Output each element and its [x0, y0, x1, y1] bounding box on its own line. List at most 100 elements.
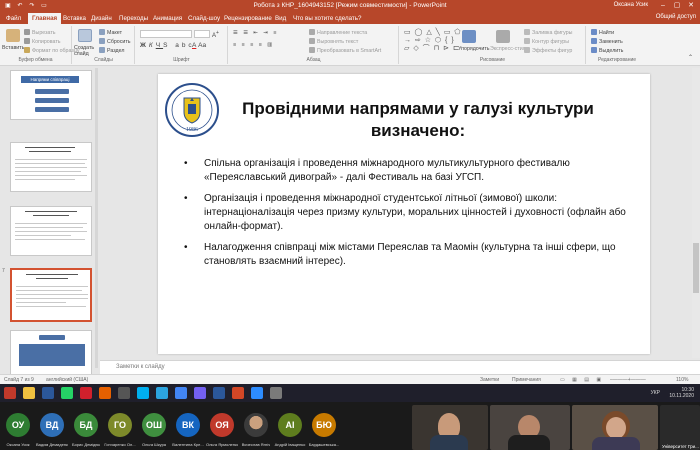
align-text-icon [309, 38, 315, 44]
powerpoint-icon[interactable] [232, 387, 244, 399]
group-drawing: ▭ ◯ △ ╲ ▭ ⬠ → ⇨ ☆ ⬡ { } ▱ ◇ ⌒ ⊓ ⊳ ⊏ Упоряд… [400, 26, 586, 64]
svg-text:1986: 1986 [186, 127, 198, 133]
reset-button[interactable]: Сбросить [99, 38, 131, 45]
participant-tile[interactable]: ВК Валентина Кре... [172, 402, 204, 450]
files-icon[interactable] [23, 387, 35, 399]
layout-button[interactable]: Макет [99, 29, 122, 36]
text-direction-button[interactable]: Направление текста [309, 29, 367, 36]
filezilla-icon[interactable] [4, 387, 16, 399]
font-size-select[interactable] [194, 30, 210, 38]
zoom-level[interactable]: 110% [676, 377, 688, 383]
participant-tile[interactable]: ОУ Оксана Усик [2, 402, 34, 450]
minimize-icon[interactable]: – [656, 0, 670, 12]
bullet-list[interactable]: Спільна організація і проведення міжнаро… [176, 157, 644, 276]
notes-pane[interactable]: Заметки к слайду [100, 360, 700, 374]
user-name[interactable]: Оксана Усик [614, 2, 648, 8]
chrome-icon[interactable] [175, 387, 187, 399]
zoom-icon[interactable] [251, 387, 263, 399]
tab-design[interactable]: Дизайн [91, 13, 112, 24]
tab-file[interactable]: Файл [6, 13, 21, 24]
participant-tile[interactable]: Вячеслав Ягніч [240, 402, 272, 450]
app2-icon[interactable] [270, 387, 282, 399]
telegram-icon[interactable] [156, 387, 168, 399]
word2-icon[interactable] [213, 387, 225, 399]
video-tile[interactable] [572, 405, 658, 450]
tab-view[interactable]: Вид [275, 13, 286, 24]
shape-effects-button[interactable]: Эффекты фигур [524, 47, 572, 54]
participant-tile[interactable]: ОШ Ольга Шкура [138, 402, 170, 450]
slide-scrollbar[interactable] [692, 68, 700, 358]
slide-canvas[interactable]: 1986 Провідними напрямами у галузі культ… [158, 74, 650, 354]
tab-transitions[interactable]: Переходы [119, 13, 148, 24]
tab-insert[interactable]: Вставка [63, 13, 86, 24]
font-color-icon[interactable]: А Аа [192, 42, 206, 49]
opera-icon[interactable] [80, 387, 92, 399]
video-tile[interactable] [490, 405, 570, 450]
slide-title[interactable]: Провідними напрямами у галузі культури в… [218, 98, 618, 142]
font-format-buttons[interactable]: ЖКЧS abc [140, 42, 195, 49]
thumbnails-scrollbar[interactable] [95, 68, 98, 368]
replace-button[interactable]: Заменить [591, 38, 623, 45]
slide-thumbnail-selected[interactable] [10, 268, 92, 322]
zoom-slider[interactable]: –———+——— [610, 377, 646, 383]
view-buttons[interactable]: ▭ ▦ ▤ ▣ [560, 377, 604, 383]
tab-review[interactable]: Рецензирование [224, 13, 272, 24]
participant-tile[interactable]: АІ Андрій Іващенко [274, 402, 306, 450]
firefox-icon[interactable] [99, 387, 111, 399]
select-button[interactable]: Выделить [591, 47, 623, 54]
align-text-button[interactable]: Выровнять текст [309, 38, 358, 45]
whatsapp-icon[interactable] [61, 387, 73, 399]
tab-slideshow[interactable]: Слайд-шоу [188, 13, 220, 24]
tab-animations[interactable]: Анимация [153, 13, 182, 24]
find-button[interactable]: Найти [591, 29, 614, 36]
restore-icon[interactable]: ▢ [670, 0, 684, 12]
smartart-button[interactable]: Преобразовать в SmartArt [309, 47, 381, 54]
tab-home[interactable]: Главная [28, 13, 62, 24]
comments-toggle[interactable]: Примечания [512, 377, 541, 383]
viber-icon[interactable] [194, 387, 206, 399]
font-grow-icon[interactable]: A+ [212, 30, 219, 39]
participant-tile[interactable]: БЮ Бардашевська... [308, 402, 340, 450]
slide-thumbnail[interactable] [10, 206, 92, 256]
video-tile[interactable]: Університет Гри... [660, 405, 700, 450]
participant-tile[interactable]: ВД Вадим Демиденко [36, 402, 68, 450]
collapse-ribbon-icon[interactable]: ⌃ [688, 54, 693, 61]
slide-thumbnail[interactable] [10, 142, 92, 192]
participant-tile[interactable]: БД Борис Демідюк [70, 402, 102, 450]
quick-styles-icon [496, 30, 510, 43]
ribbon: Вставить Вырезать Копировать Формат по о… [0, 24, 700, 66]
share-button[interactable]: Общий доступ [656, 14, 696, 20]
new-slide-button[interactable]: Создать слайд [74, 45, 98, 57]
app-icon[interactable] [118, 387, 130, 399]
section-button[interactable]: Раздел [99, 47, 125, 54]
system-clock[interactable]: 10:30 10.11.2020 [669, 387, 694, 399]
slide-thumbnail[interactable]: Напрями співпраці [10, 70, 92, 120]
slide-thumbnail[interactable] [10, 330, 92, 374]
avatar [244, 413, 268, 437]
shapes-gallery[interactable]: ▭ ◯ △ ╲ ▭ ⬠ → ⇨ ☆ ⬡ { } ▱ ◇ ⌒ ⊓ ⊳ ⊏ [404, 29, 461, 53]
paste-button[interactable]: Вставить [2, 45, 24, 51]
close-icon[interactable]: ✕ [684, 0, 698, 12]
scrollbar-thumb[interactable] [693, 243, 699, 293]
input-language[interactable]: УКР [651, 390, 660, 396]
quick-styles-button[interactable]: Экспресс-стили [490, 46, 529, 52]
participant-tile[interactable]: ГО Гончаренко Ол... [104, 402, 136, 450]
word-icon[interactable] [42, 387, 54, 399]
shape-outline-button[interactable]: Контур фигуры [524, 38, 569, 45]
align-buttons[interactable]: ≡ ≡ ≡ ≡ ▥ [233, 42, 274, 48]
notes-toggle[interactable]: Заметки [480, 377, 499, 383]
format-painter-button[interactable]: Формат по образцу [24, 47, 80, 54]
arrange-button[interactable]: Упорядочить [458, 46, 490, 52]
avatar: БД [74, 413, 98, 437]
tell-me-search[interactable]: Что вы хотите сделать? [293, 13, 361, 24]
font-family-select[interactable] [140, 30, 192, 38]
language-status[interactable]: английский (США) [46, 377, 88, 383]
cut-button[interactable]: Вырезать [24, 29, 56, 36]
skype-icon[interactable] [137, 387, 149, 399]
participant-tile[interactable]: ОЯ Ольга Ярмоленко [206, 402, 238, 450]
list-buttons[interactable]: ☰ ☰ ⇤ ⇥ ≡ [233, 30, 278, 36]
copy-button[interactable]: Копировать [24, 38, 61, 45]
avatar: АІ [278, 413, 302, 437]
shape-fill-button[interactable]: Заливка фигуры [524, 29, 572, 36]
video-tile[interactable] [412, 405, 488, 450]
